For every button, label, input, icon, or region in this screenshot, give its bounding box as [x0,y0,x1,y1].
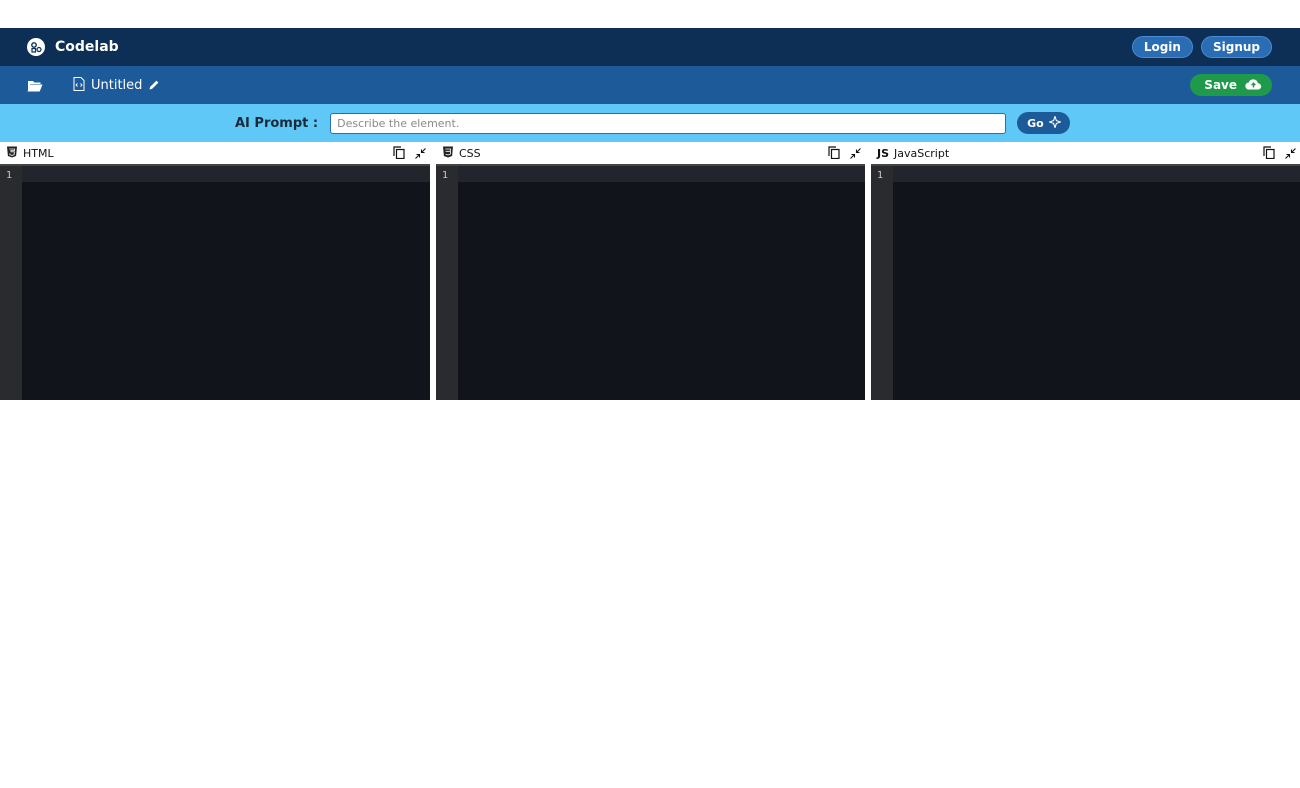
file-code-icon [73,76,85,95]
codelab-logo-icon [27,38,45,56]
auth-buttons: Login Signup [1131,36,1272,58]
pane-title-html: HTML [23,146,54,160]
pane-title-css: CSS [459,146,481,160]
navbar: Codelab Login Signup [0,28,1300,66]
css-code-editor[interactable]: 1 [436,164,865,400]
login-button[interactable]: Login [1131,36,1193,58]
line-number: 1 [871,166,893,400]
ai-prompt-input[interactable] [330,112,1007,134]
edit-pencil-icon[interactable] [148,76,160,95]
save-button[interactable]: Save [1190,74,1272,96]
minimize-icon[interactable] [850,144,861,163]
cloud-upload-icon [1245,78,1262,93]
copy-icon[interactable] [393,144,405,163]
signup-button[interactable]: Signup [1200,36,1272,58]
top-spacer [0,0,1300,28]
editor-panes: HTML 1 CSS 1 JS JavaScript 1 [0,142,1300,400]
html5-icon [6,146,18,161]
pane-title-javascript: JavaScript [894,146,950,160]
file-name-group[interactable]: Untitled [73,76,160,95]
minimize-icon[interactable] [1285,144,1296,163]
go-button-label: Go [1027,116,1044,130]
copy-icon[interactable] [1263,144,1275,163]
code-area[interactable] [22,166,430,400]
code-area[interactable] [893,166,1300,400]
js-editor-pane: JS JavaScript 1 [871,142,1300,400]
pane-header: CSS [436,142,865,164]
code-area[interactable] [458,166,865,400]
go-button[interactable]: Go [1017,112,1070,134]
save-button-label: Save [1204,78,1237,92]
css3-icon [442,146,454,161]
javascript-code-editor[interactable]: 1 [871,164,1300,400]
app-title: Codelab [55,39,119,55]
copy-icon[interactable] [828,144,840,163]
pane-header: HTML [0,142,430,164]
ai-prompt-label: AI Prompt : [235,115,319,131]
minimize-icon[interactable] [415,144,426,163]
html-editor-pane: HTML 1 [0,142,430,400]
js-icon: JS [877,146,890,160]
css-editor-pane: CSS 1 [436,142,865,400]
brand[interactable]: Codelab [27,38,119,56]
line-number: 1 [0,166,22,400]
open-folder-icon[interactable] [27,78,43,92]
html-code-editor[interactable]: 1 [0,164,430,400]
pane-header: JS JavaScript [871,142,1300,164]
file-name: Untitled [91,77,143,93]
line-number: 1 [436,166,458,400]
ai-prompt-bar: AI Prompt : Go [0,104,1300,142]
sparkle-icon [1047,114,1062,131]
file-toolbar: Untitled Save [0,66,1300,104]
